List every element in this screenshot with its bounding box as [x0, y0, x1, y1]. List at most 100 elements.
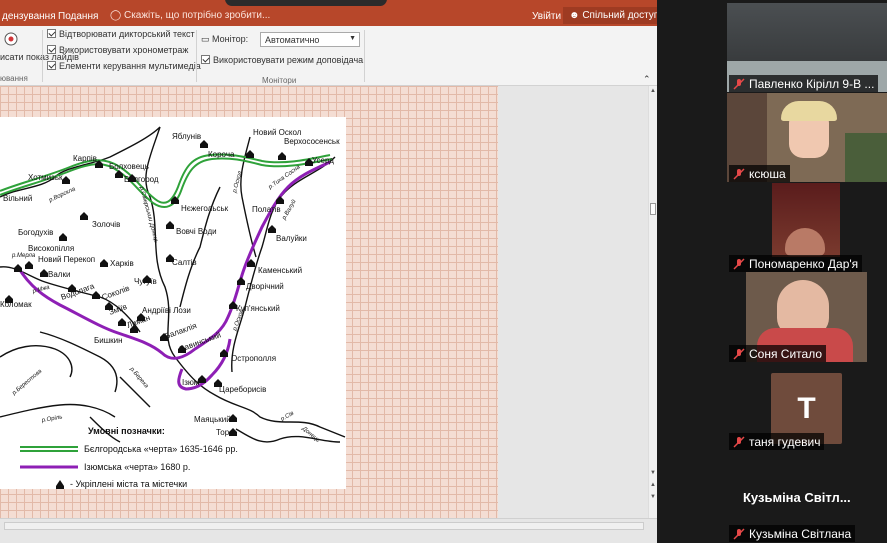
chevron-down-icon: ▼	[349, 35, 356, 42]
svg-text:Полатів: Полатів	[252, 205, 281, 214]
participant-tile[interactable]: Пономаренко Дар'я	[727, 183, 887, 272]
scroll-thumb[interactable]	[650, 203, 656, 215]
svg-text:Соколів: Соколів	[101, 284, 131, 302]
scroll-up-icon: ▲	[650, 88, 656, 94]
media-controls-checkbox[interactable]: Елементи керування мультимедіа	[47, 61, 201, 71]
title-bar-pill	[225, 0, 387, 6]
slide-workspace: Яблунів Новий Оскол Верхососенськ Усерд …	[0, 86, 648, 518]
svg-text:р.Ворскла: р.Ворскла	[47, 186, 77, 204]
hscroll-track[interactable]	[4, 522, 644, 530]
participant-tile[interactable]: ксюша	[727, 93, 887, 182]
svg-text:Бєлгородська «черта» 1635-1646: Бєлгородська «черта» 1635-1646 рр.	[84, 444, 238, 454]
map-legend: Умовні позначки: Бєлгородська «черта» 16…	[20, 426, 238, 489]
tab-view[interactable]: Подання	[58, 11, 98, 22]
svg-text:Карпів: Карпів	[73, 154, 97, 163]
participant-tile[interactable]: Кузьміна Світлана	[727, 520, 887, 542]
monitor-icon: ▭	[201, 34, 210, 44]
svg-text:Усерд: Усерд	[312, 156, 334, 165]
svg-text:Маяцький: Маяцький	[194, 415, 231, 424]
mic-muted-icon	[733, 78, 745, 90]
participant-name: Кузьміна Світлана	[729, 525, 856, 542]
svg-text:Харків: Харків	[110, 259, 134, 268]
participant-name: Павленко Кірілл 9-В ...	[729, 75, 879, 92]
window-gap	[657, 0, 727, 543]
svg-text:Острополля: Острополля	[231, 354, 276, 363]
tell-me-search[interactable]: ◯ Скажіть, що потрібно зробити...	[110, 10, 270, 21]
record-group-label: ювання	[0, 74, 28, 83]
svg-text:Каменський: Каменський	[258, 266, 302, 275]
svg-text:Водолага: Водолага	[60, 281, 96, 302]
mic-muted-icon	[733, 168, 745, 180]
prev-slide-icon: ▲	[650, 482, 656, 488]
participant-name: ксюша	[729, 165, 790, 182]
svg-text:Богодухів: Богодухів	[18, 228, 53, 237]
svg-text:Ізюм: Ізюм	[182, 378, 199, 387]
svg-text:Нєжегольськ: Нєжегольськ	[181, 204, 229, 213]
svg-text:Вільний: Вільний	[3, 194, 32, 203]
svg-text:Високопілля: Високопілля	[28, 244, 74, 253]
participant-name: Пономаренко Дар'я	[729, 255, 863, 272]
ribbon-body: исати показ лайдів ювання Відтворювати д…	[0, 26, 657, 86]
svg-text:Золочів: Золочів	[92, 220, 120, 229]
svg-text:Чугуїв: Чугуїв	[134, 277, 157, 286]
svg-text:Бишкин: Бишкин	[94, 336, 123, 345]
svg-text:р.Оскол: р.Оскол	[232, 308, 246, 332]
horizontal-scrollbar[interactable]	[0, 518, 657, 543]
svg-text:р.Берека: р.Берека	[128, 366, 150, 390]
presenter-view-checkbox[interactable]: Використовувати режим доповідача	[201, 55, 363, 65]
svg-text:Новий Оскол: Новий Оскол	[253, 128, 302, 137]
svg-text:Валки: Валки	[48, 270, 70, 279]
svg-text:Ізюмська «черта» 1680 р.: Ізюмська «черта» 1680 р.	[84, 462, 190, 472]
powerpoint-window: дензування Подання ◯ Скажіть, що потрібн…	[0, 0, 657, 543]
svg-text:Цареборисів: Цареборисів	[219, 385, 266, 394]
svg-text:Андріїві Лози: Андріїві Лози	[142, 306, 191, 315]
sign-in-link[interactable]: Увійти	[532, 11, 561, 22]
svg-text:Корочa: Корочa	[208, 150, 235, 159]
svg-text:Вовчі Води: Вовчі Води	[176, 227, 217, 236]
svg-text:р.Тиха Сосна: р.Тиха Сосна	[267, 164, 302, 191]
ribbon-tab-bar: дензування Подання ◯ Скажіть, що потрібн…	[0, 0, 657, 26]
monitor-select[interactable]: Автоматично ▼	[260, 32, 360, 47]
mic-muted-icon	[733, 258, 745, 270]
slide-canvas: Яблунів Новий Оскол Верхососенськ Усерд …	[0, 86, 498, 518]
svg-text:- Укріплені міста та містечки: - Укріплені міста та містечки	[70, 479, 187, 489]
svg-text:Валуйки: Валуйки	[276, 234, 307, 243]
play-narrations-checkbox[interactable]: Відтворювати дикторський текст	[47, 29, 195, 39]
svg-text:Донець: Донець	[300, 425, 321, 444]
svg-text:Яблунів: Яблунів	[172, 132, 201, 141]
vertical-scrollbar[interactable]: ▲ ▼ ▲ ▼	[648, 86, 657, 518]
mic-muted-icon	[733, 348, 745, 360]
mic-muted-icon	[733, 528, 745, 540]
use-timings-checkbox[interactable]: Використовувати хронометраж	[47, 45, 188, 55]
svg-text:Коломак: Коломак	[0, 300, 32, 309]
monitor-label: ▭ Монітор:	[201, 34, 249, 44]
tab-slideshow[interactable]: дензування	[2, 11, 56, 22]
svg-text:Верхососенськ: Верхососенськ	[284, 137, 340, 146]
historical-map: Яблунів Новий Оскол Верхососенськ Усерд …	[0, 117, 346, 489]
collapse-ribbon-icon[interactable]: ⌃	[643, 74, 651, 85]
record-icon	[4, 32, 18, 46]
svg-text:р.Мерла: р.Мерла	[11, 253, 36, 259]
svg-text:р.Оріль: р.Оріль	[40, 414, 63, 424]
participants-panel: Павленко Кірілл 9-В ... ксюша Пономаренк…	[727, 0, 887, 543]
participant-tile[interactable]: таня гудевич	[727, 428, 887, 450]
svg-text:р.Оскол: р.Оскол	[232, 170, 244, 194]
tell-me-text: Скажіть, що потрібно зробити...	[123, 10, 271, 21]
participant-name: таня гудевич	[729, 433, 825, 450]
svg-text:Хотмизьк: Хотмизьк	[28, 173, 63, 182]
svg-text:Болховець: Болховець	[109, 162, 149, 171]
person-icon: ☻	[569, 10, 580, 21]
participant-name: Соня Ситало	[729, 345, 827, 362]
monitors-group-label: Монітори	[262, 76, 297, 85]
svg-text:Умовні позначки:: Умовні позначки:	[88, 426, 165, 436]
scroll-down-icon: ▼	[650, 470, 656, 476]
mic-muted-icon	[733, 436, 745, 448]
svg-text:Дворічний: Дворічний	[246, 282, 284, 291]
participant-tile[interactable]: Павленко Кірілл 9-В ...	[727, 3, 887, 92]
participant-tile[interactable]: Соня Ситало	[727, 272, 887, 362]
lightbulb-icon: ◯	[110, 10, 122, 21]
next-slide-icon: ▼	[650, 494, 656, 500]
share-button[interactable]: ☻ Спільний доступ	[563, 7, 657, 24]
share-label: Спільний доступ	[582, 10, 657, 21]
svg-text:Новий Перекоп: Новий Перекоп	[38, 255, 95, 264]
